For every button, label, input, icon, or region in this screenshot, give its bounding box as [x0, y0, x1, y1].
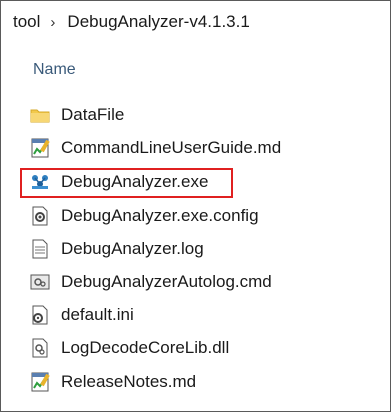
- list-item-debuganalyzerautolog-cmd[interactable]: DebugAnalyzerAutolog.cmd: [29, 268, 272, 296]
- file-name: DataFile: [61, 105, 125, 124]
- breadcrumb: tool › DebugAnalyzer-v4.1.3.1: [13, 10, 250, 34]
- file-name: DebugAnalyzer.exe.config: [61, 206, 259, 225]
- file-name: DebugAnalyzerAutolog.cmd: [61, 272, 272, 291]
- list-item-releasenotes-md[interactable]: ReleaseNotes.md: [29, 368, 196, 396]
- file-name: default.ini: [61, 305, 134, 324]
- list-item-debuganalyzer-exe-config[interactable]: DebugAnalyzer.exe.config: [29, 202, 259, 230]
- list-item-commandlineuserguide[interactable]: CommandLineUserGuide.md: [29, 134, 281, 162]
- list-item-debuganalyzer-log[interactable]: DebugAnalyzer.log: [29, 235, 204, 263]
- breadcrumb-chevron-icon: ›: [50, 13, 56, 31]
- folder-icon: [29, 104, 51, 126]
- breadcrumb-current[interactable]: DebugAnalyzer-v4.1.3.1: [67, 12, 249, 32]
- file-name: CommandLineUserGuide.md: [61, 138, 282, 157]
- list-item-datafile[interactable]: DataFile: [29, 101, 124, 129]
- breadcrumb-parent[interactable]: tool: [13, 12, 40, 32]
- notepad-file-icon: [29, 137, 51, 159]
- column-header-name[interactable]: Name: [33, 61, 76, 79]
- file-name: DebugAnalyzer.log: [61, 239, 204, 258]
- notepad-file-icon: [29, 371, 51, 393]
- file-explorer-window: tool › DebugAnalyzer-v4.1.3.1 Name DataF…: [0, 0, 391, 412]
- cmd-file-icon: [29, 271, 51, 293]
- file-name: ReleaseNotes.md: [61, 372, 197, 391]
- ini-file-icon: [29, 304, 51, 326]
- list-item-default-ini[interactable]: default.ini: [29, 301, 134, 329]
- text-file-icon: [29, 238, 51, 260]
- list-item-logdecodecorelib-dll[interactable]: LogDecodeCoreLib.dll: [29, 334, 229, 362]
- dll-file-icon: [29, 337, 51, 359]
- config-file-icon: [29, 205, 51, 227]
- file-name: LogDecodeCoreLib.dll: [61, 338, 230, 357]
- highlight-box: [20, 168, 233, 198]
